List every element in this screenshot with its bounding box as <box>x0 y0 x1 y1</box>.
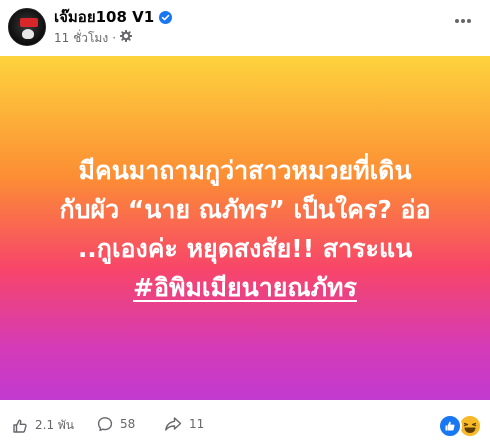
public-gear-icon[interactable] <box>119 29 133 46</box>
meta-separator: · <box>112 31 117 45</box>
avatar-logo-red <box>20 18 38 27</box>
reactions-summary[interactable] <box>438 414 482 438</box>
post-text-line: ..กูเองค่ะ หยุดสงสัย!! สาระแน <box>77 234 413 263</box>
post-footer: 2.1 พัน 58 11 <box>0 400 490 448</box>
comment-bubble-icon <box>97 417 113 432</box>
page-name-row: เจ๊มอย108 V1 <box>54 8 173 27</box>
thumbs-up-icon <box>13 419 27 433</box>
avatar[interactable] <box>8 8 46 46</box>
more-options-icon <box>455 19 471 23</box>
verified-badge-icon <box>159 11 173 24</box>
comment-button[interactable]: 58 <box>97 416 135 432</box>
post-meta: 11 ชั่วโมง · <box>54 29 133 46</box>
more-options-button[interactable] <box>450 10 476 32</box>
post-text: มีคนมาถามกูว่าสาวหมวยที่เดิน กับผัว “นาย… <box>25 151 465 307</box>
share-count: 11 <box>189 417 205 431</box>
share-arrow-icon <box>165 417 182 431</box>
background-text-post: มีคนมาถามกูว่าสาวหมวยที่เดิน กับผัว “นาย… <box>0 56 490 400</box>
avatar-figure <box>22 29 34 39</box>
comment-count: 58 <box>120 417 136 431</box>
hashtag-link[interactable]: #อิพิมเมียนายณภัทร <box>133 273 357 302</box>
post-text-line: มีคนมาถามกูว่าสาวหมวยที่เดิน <box>78 156 412 185</box>
share-button[interactable]: 11 <box>164 416 204 432</box>
like-count: 2.1 พัน <box>35 418 75 432</box>
page-name[interactable]: เจ๊มอย108 V1 <box>54 8 154 27</box>
post-timestamp[interactable]: 11 ชั่วโมง <box>54 30 108 46</box>
like-reaction-icon <box>438 414 462 438</box>
post-text-line: กับผัว “นาย ณภัทร” เป็นใคร? อ่อ <box>59 195 431 224</box>
like-button[interactable]: 2.1 พัน <box>12 416 74 435</box>
facebook-post: เจ๊มอย108 V1 11 ชั่วโมง · มีคนมาถามกูว่า… <box>0 0 490 448</box>
post-header: เจ๊มอย108 V1 11 ชั่วโมง · <box>0 0 490 56</box>
